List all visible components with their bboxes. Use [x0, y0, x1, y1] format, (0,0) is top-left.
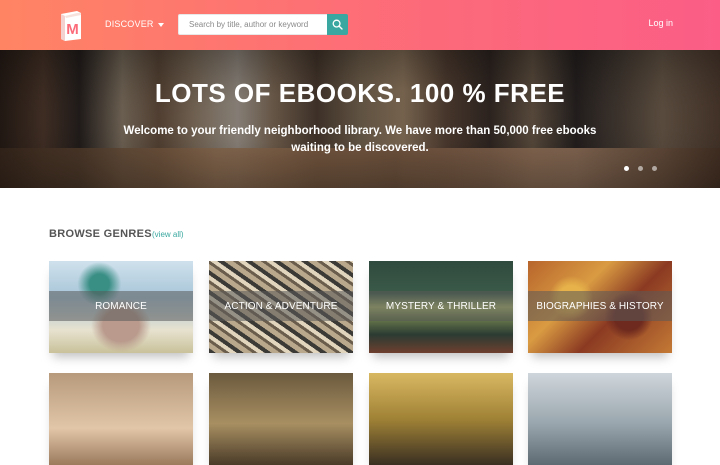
search-input[interactable]	[178, 14, 327, 35]
carousel-dot-3[interactable]	[652, 166, 657, 171]
book-m-logo[interactable]: M	[58, 8, 84, 41]
genre-label-band: BIOGRAPHIES & HISTORY	[528, 291, 672, 321]
genre-tile-romance[interactable]: ROMANCE	[49, 261, 193, 353]
search-icon[interactable]	[332, 19, 343, 30]
carousel-dot-2[interactable]	[638, 166, 643, 171]
genre-tile[interactable]	[369, 373, 513, 465]
genre-tile-biographies-history[interactable]: BIOGRAPHIES & HISTORY	[528, 261, 672, 353]
genre-label-band: MYSTERY & THRILLER	[369, 291, 513, 321]
genre-label-band: ACTION & ADVENTURE	[209, 291, 353, 321]
genre-tile-mystery-thriller[interactable]: MYSTERY & THRILLER	[369, 261, 513, 353]
hero-background-overlay	[0, 50, 720, 188]
hero-subtitle: Welcome to your friendly neighborhood li…	[123, 125, 597, 154]
search-button[interactable]	[327, 14, 348, 35]
hero-title: LOTS OF EBOOKS. 100 % FREE	[154, 78, 566, 108]
genre-label: BIOGRAPHIES & HISTORY	[536, 300, 664, 312]
genre-tile[interactable]	[49, 373, 193, 465]
genre-tile-action-adventure[interactable]: ACTION & ADVENTURE	[209, 261, 353, 353]
caret-down-icon[interactable]	[157, 22, 164, 27]
view-all-genres-link[interactable]: (view all)	[152, 230, 184, 239]
discover-label[interactable]: DISCOVER	[105, 19, 154, 29]
hero-banner: LOTS OF EBOOKS. 100 % FREE Welcome to yo…	[0, 50, 720, 188]
discover-menu[interactable]: DISCOVER	[105, 17, 164, 31]
carousel-dots	[624, 166, 657, 171]
browse-genres-heading: BROWSE GENRES	[49, 228, 152, 240]
logo-letter: M	[66, 21, 79, 38]
genre-tile[interactable]	[528, 373, 672, 465]
login-link[interactable]: Log in	[648, 18, 673, 28]
search-bar	[178, 14, 348, 35]
genre-tile[interactable]	[209, 373, 353, 465]
genre-label: MYSTERY & THRILLER	[385, 300, 497, 312]
top-nav-bar: M DISCOVER Log in	[0, 0, 720, 50]
genre-label: ROMANCE	[95, 300, 147, 312]
genre-label: ACTION & ADVENTURE	[224, 300, 338, 312]
carousel-dot-1[interactable]	[624, 166, 629, 171]
genre-label-band: ROMANCE	[49, 291, 193, 321]
